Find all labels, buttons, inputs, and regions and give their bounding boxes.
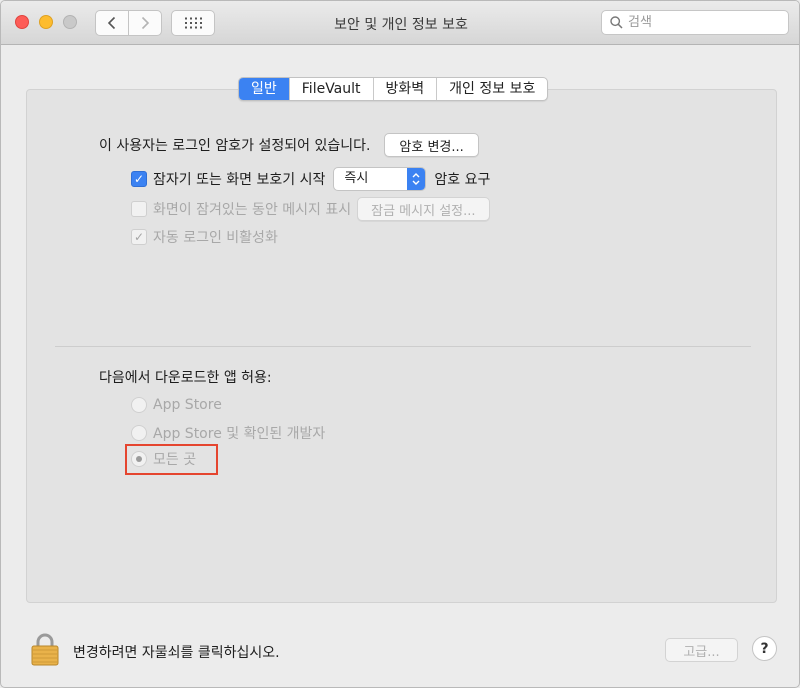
minimize-window-button[interactable] <box>39 15 53 29</box>
lock-instructions: 변경하려면 자물쇠를 클릭하십시오. <box>73 645 280 661</box>
downloads-heading: 다음에서 다운로드한 앱 허용: <box>99 370 272 386</box>
require-password-checkbox[interactable]: ✓ <box>131 171 147 187</box>
tab-bar: 일반 FileVault 방화벽 개인 정보 보호 <box>238 77 549 101</box>
forward-button[interactable] <box>128 10 162 36</box>
disable-autologin-row: ✓ 자동 로그인 비활성화 <box>131 227 278 247</box>
password-row: 이 사용자는 로그인 암호가 설정되어 있습니다. 암호 변경... <box>99 133 479 157</box>
up-down-chevron-icon <box>407 168 426 190</box>
lock-icon[interactable] <box>30 632 60 666</box>
password-set-text: 이 사용자는 로그인 암호가 설정되어 있습니다. <box>99 138 371 154</box>
grid-icon <box>185 17 202 29</box>
tab-filevault[interactable]: FileVault <box>290 78 374 100</box>
require-password-row: ✓ 잠자기 또는 화면 보호기 시작 즉시 암호 요구 <box>131 167 490 191</box>
title-bar: 보안 및 개인 정보 보호 <box>1 1 799 45</box>
show-message-label: 화면이 잠겨있는 동안 메시지 표시 <box>153 202 352 218</box>
radio-app-store-identified-row[interactable]: App Store 및 확인된 개발자 <box>131 423 325 443</box>
require-password-suffix: 암호 요구 <box>434 172 491 188</box>
password-delay-select[interactable]: 즉시 <box>333 167 427 191</box>
radio-app-store-identified-label: App Store 및 확인된 개발자 <box>153 426 326 442</box>
tab-privacy[interactable]: 개인 정보 보호 <box>437 78 547 100</box>
general-panel: 이 사용자는 로그인 암호가 설정되어 있습니다. 암호 변경... ✓ 잠자기… <box>26 89 777 603</box>
show-message-checkbox[interactable] <box>131 201 147 217</box>
close-window-button[interactable] <box>15 15 29 29</box>
tab-firewall[interactable]: 방화벽 <box>374 78 438 100</box>
help-button[interactable]: ? <box>752 636 777 661</box>
disable-autologin-label: 자동 로그인 비활성화 <box>153 230 278 246</box>
chevron-left-icon <box>107 16 116 30</box>
lock-message-button[interactable]: 잠금 메시지 설정... <box>357 197 490 221</box>
highlight-box <box>125 444 218 475</box>
radio-app-store-row[interactable]: App Store <box>131 397 222 413</box>
change-password-button[interactable]: 암호 변경... <box>384 133 479 157</box>
section-divider <box>55 346 751 347</box>
zoom-window-button[interactable] <box>63 15 77 29</box>
tab-general[interactable]: 일반 <box>239 78 290 100</box>
show-all-button[interactable] <box>171 10 215 36</box>
preferences-window: 보안 및 개인 정보 보호 일반 FileVault 방화벽 개인 정보 보호 … <box>0 0 800 688</box>
chevron-right-icon <box>141 16 150 30</box>
back-button[interactable] <box>95 10 129 36</box>
search-field[interactable] <box>601 10 789 35</box>
advanced-button[interactable]: 고급... <box>665 638 738 662</box>
disable-autologin-checkbox[interactable]: ✓ <box>131 229 147 245</box>
search-icon <box>610 16 623 29</box>
search-input[interactable] <box>628 15 778 30</box>
radio-app-store[interactable] <box>131 397 147 413</box>
downloads-heading-row: 다음에서 다운로드한 앱 허용: <box>99 367 272 387</box>
radio-app-store-label: App Store <box>153 397 222 413</box>
require-password-label: 잠자기 또는 화면 보호기 시작 <box>153 172 326 188</box>
radio-app-store-identified[interactable] <box>131 425 147 441</box>
password-delay-value: 즉시 <box>344 171 369 186</box>
show-message-row: 화면이 잠겨있는 동안 메시지 표시 잠금 메시지 설정... <box>131 197 490 221</box>
